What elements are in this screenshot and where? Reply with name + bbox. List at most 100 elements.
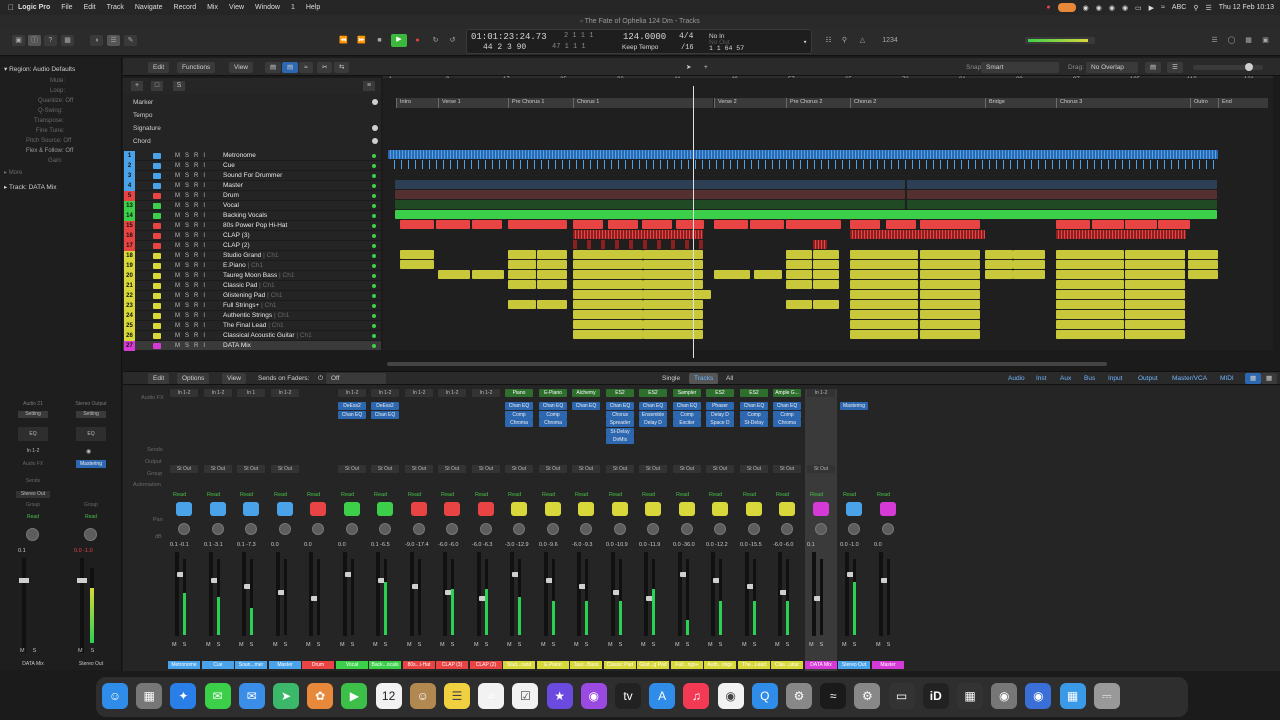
midi-region[interactable] [400,220,434,229]
midi-region[interactable] [642,220,672,229]
volume-fader[interactable] [443,552,454,636]
track-header-row[interactable]: 20 MSRI Taureg Moon Bass | Ch1 [123,271,381,281]
menu-extra-icon-2[interactable]: ◉ [1096,4,1102,12]
plugin-slot[interactable]: Chan EQ [673,402,701,410]
midi-region[interactable] [1125,320,1185,329]
pan-knob[interactable] [547,523,559,535]
track-name[interactable]: DATA Mix [223,341,251,351]
browser-button[interactable]: ▦ [1242,35,1255,46]
midi-region[interactable] [920,330,980,339]
track-on-off-icon[interactable] [372,254,376,258]
track-mute-solo-record-buttons[interactable]: MSRI [175,281,210,291]
midi-region[interactable] [714,220,748,229]
param-loop[interactable]: Loop: [50,88,65,94]
output-slot[interactable]: St Out [606,465,634,473]
midi-region[interactable] [786,300,812,309]
param-transpose[interactable]: Transpose: [34,118,64,124]
midi-region[interactable] [920,280,980,289]
track-on-off-icon[interactable] [372,194,376,198]
master-volume-slider[interactable] [1025,37,1095,44]
midi-region[interactable] [1056,300,1124,309]
track-name[interactable]: Studio Grand | Ch1 [223,251,279,261]
midi-region[interactable] [1013,260,1045,269]
editors-button[interactable]: ✎ [124,35,137,46]
freeform-icon[interactable]: ≈ [478,683,505,709]
midi-region[interactable] [920,320,980,329]
track-header-row[interactable]: 2 MSRI Cue [123,161,381,171]
volume-fader[interactable] [376,552,387,636]
track-number[interactable]: 17 [124,241,135,251]
folder-button[interactable]: □ [151,81,163,91]
track-mute-solo-record-buttons[interactable]: MSRI [175,311,210,321]
track-mute-solo-record-buttons[interactable]: MSRI [175,271,210,281]
track-mute-solo-record-buttons[interactable]: MSRI [175,151,210,161]
midi-region[interactable] [400,260,434,269]
midi-region[interactable] [438,270,470,279]
menu-extra-icon[interactable]: ◉ [1083,4,1089,12]
track-on-off-icon[interactable] [372,274,376,278]
track-header-row[interactable]: 18 MSRI Studio Grand | Ch1 [123,251,381,261]
midi-region[interactable] [1125,260,1185,269]
track-name[interactable]: Drum [223,191,239,201]
quicktime-icon[interactable]: Q [751,683,778,709]
marker-region[interactable]: Pre Chorus 2 [786,98,850,108]
systemprefs-icon[interactable]: ⚙ [854,683,881,709]
volume-fader[interactable] [644,552,655,636]
param-quantize[interactable]: Quantize: Off [38,98,73,104]
automation-mode[interactable]: Read [843,492,856,498]
lcd-dropdown-icon[interactable]: ▾ [803,38,807,47]
automation-mode[interactable]: Read [743,492,756,498]
midi-region[interactable] [608,220,638,229]
pan-knob[interactable] [446,523,458,535]
audio-region[interactable] [395,180,905,189]
channel-name[interactable]: Stereo Out [838,661,870,669]
midi-region[interactable] [643,290,711,299]
marker-region[interactable]: Chorus 2 [850,98,985,108]
track-header-row[interactable]: 1 MSRI Metronome [123,151,381,161]
audio-region[interactable] [907,180,1217,189]
volume-fader[interactable] [175,552,186,636]
input-slot[interactable]: In 1-2 [472,389,500,397]
output-slot[interactable]: St Out [405,465,433,473]
filter-inst[interactable]: Inst [1031,373,1051,384]
midi-region[interactable] [676,220,704,229]
view-single-button[interactable]: Single [657,373,685,384]
join-icon[interactable]: ⇆ [334,62,350,73]
midi-region[interactable] [508,270,536,279]
midi-region[interactable] [1188,260,1218,269]
track-number[interactable]: 15 [124,221,135,231]
mute-solo-buttons[interactable]: MS [507,642,527,648]
input-slot[interactable]: E-Piano [539,389,567,397]
track-on-off-icon[interactable] [372,284,376,288]
maps-icon[interactable]: ➤ [273,683,299,709]
track-on-off-icon[interactable] [372,264,376,268]
input-slot[interactable]: In 1-2 [170,389,198,397]
pan-knob[interactable] [614,523,626,535]
inspector-ms[interactable]: MS [20,648,44,654]
midi-region[interactable] [1056,250,1124,259]
midi-region[interactable] [573,270,643,279]
add-signature-icon[interactable] [372,125,378,131]
automation-mode[interactable]: Read [173,492,186,498]
play-button[interactable]: ▶ [391,34,407,47]
channel-name[interactable]: Drum [302,661,334,669]
volume-fader[interactable] [745,552,756,636]
output-slot[interactable]: St Out [237,465,265,473]
input-slot[interactable]: In 1-2 [204,389,232,397]
midi-region[interactable] [920,270,980,279]
midi-region[interactable] [1013,250,1045,259]
plugin-slot[interactable]: Chroma [505,419,533,427]
setting-button[interactable]: Setting [76,411,106,418]
track-number[interactable]: 18 [124,251,135,261]
chrome-icon[interactable]: ◉ [717,683,744,709]
track-name[interactable]: Master [223,181,243,191]
param-mute[interactable]: Mute: [50,78,65,84]
midi-region[interactable] [714,270,750,279]
track-name[interactable]: Classical Acoustic Guitar | Ch1 [223,331,312,341]
midi-region[interactable] [1056,310,1124,319]
track-mute-solo-record-buttons[interactable]: MSRI [175,171,210,181]
mixer-button[interactable]: ☰ [107,35,120,46]
track-mute-solo-record-buttons[interactable]: MSRI [175,261,210,271]
marker-region[interactable]: End [1218,98,1268,108]
volume-fader[interactable] [544,552,555,636]
